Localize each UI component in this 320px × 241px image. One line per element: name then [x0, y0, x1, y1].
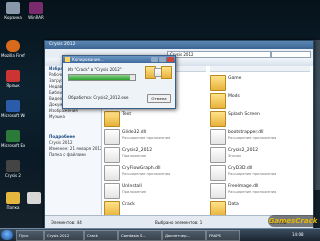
taskbar-item[interactable]: Пуск [16, 230, 44, 241]
list-item[interactable]: Crysis2_2012 Приложение [104, 146, 200, 164]
copy-animation [145, 65, 172, 79]
folder-icon [210, 93, 226, 109]
taskbar-item[interactable]: Crysis 2012 [44, 230, 84, 241]
taskbar-clock[interactable]: 14:08 [292, 230, 304, 239]
desktop-icon-firefox[interactable]: Mozilla Firefox [1, 40, 25, 58]
search-input[interactable] [271, 51, 311, 58]
list-item[interactable]: Text [104, 110, 200, 128]
list-item[interactable]: UnInstall Приложение [104, 182, 200, 200]
status-selected: Выбрано элементов: 1 [155, 220, 203, 225]
copy-progress-bar [68, 74, 136, 81]
list-item[interactable]: Game [210, 74, 306, 92]
file-icon [104, 147, 120, 163]
taskbar-item[interactable]: Диспетчер... [162, 230, 206, 241]
start-button[interactable] [1, 230, 13, 240]
progress-fill [69, 75, 130, 80]
crysis-icon [6, 160, 20, 172]
list-item[interactable]: CryFlowGraph.dll Расширение приложения [104, 164, 200, 182]
list-item[interactable]: Crysis2_2012 Значок [210, 146, 306, 164]
file-icon [104, 129, 120, 145]
document-icon [27, 192, 41, 204]
copy-current-file: Обработка: Crysis2_2012.exe [68, 95, 129, 100]
list-item[interactable]: bootstrapper.dll Расширение приложения [210, 128, 306, 146]
copy-icon [65, 57, 70, 62]
folder-icon [104, 111, 120, 127]
nav-item[interactable]: Музыка [45, 114, 101, 120]
excel-icon [6, 130, 20, 142]
firefox-icon [6, 40, 20, 52]
folder-icon [210, 111, 226, 127]
list-item[interactable]: Mods [210, 92, 306, 110]
file-icon [210, 165, 226, 181]
file-icon [210, 147, 226, 163]
folder-icon [161, 66, 172, 79]
watermark-logo: GamesCrack [268, 215, 318, 227]
cancel-button[interactable]: Отмена [147, 94, 171, 103]
taskbar-item[interactable]: FRAPS [206, 230, 240, 241]
folder-icon [6, 192, 20, 204]
list-item[interactable]: CryD3D.dll Расширение приложения [210, 164, 306, 182]
status-item-count: Элементов: 44 [51, 220, 82, 225]
file-icon [104, 183, 120, 199]
copy-source-dest: Из "Crack" в "Crysis 2012" [68, 67, 122, 72]
desktop-icon-crysis[interactable]: Crysis 2 [1, 160, 25, 178]
close-icon[interactable] [167, 57, 174, 62]
maximize-icon[interactable] [159, 57, 166, 62]
copy-progress-dialog: Копирование... Из "Crack" в "Crysis 2012… [62, 55, 176, 109]
taskbar-item[interactable]: Camtasia S... [118, 230, 162, 241]
file-icon [210, 183, 226, 199]
address-path[interactable]: Crysis 2012 [167, 51, 271, 58]
desktop-icon-excel[interactable]: Microsoft Excel [1, 130, 25, 148]
explorer-title: Crysis 2012 [49, 42, 76, 47]
dialog-title-bar[interactable]: Копирование... [63, 56, 175, 63]
list-item[interactable]: Splash Screen [210, 110, 306, 128]
desktop-icon-shortcut[interactable]: Ярлык [1, 70, 25, 88]
minimize-icon[interactable] [151, 57, 158, 62]
file-icon [210, 129, 226, 145]
list-item[interactable]: Glide32.dll Расширение приложения [104, 128, 200, 146]
desktop-icon-word[interactable]: Microsoft Word [1, 100, 25, 118]
dialog-title: Копирование... [72, 57, 104, 62]
column-header[interactable] [210, 66, 310, 72]
shortcut-icon [6, 70, 20, 82]
list-item[interactable]: FreeImage.dll Расширение приложения [210, 182, 306, 200]
desktop-icon-recycle-bin[interactable]: Корзина [1, 2, 25, 20]
folder-icon [210, 75, 226, 91]
desktop-icon-paper[interactable] [22, 192, 46, 205]
file-icon [104, 165, 120, 181]
word-icon [6, 100, 20, 112]
details-type: Папка с файлами [49, 152, 86, 157]
desktop-icon-winrar[interactable]: WinRAR [24, 2, 48, 20]
taskbar: Пуск Crysis 2012 Crack Camtasia S... Дис… [0, 228, 320, 241]
explorer-title-bar[interactable]: Crysis 2012 [45, 41, 313, 49]
taskbar-item[interactable]: Crack [84, 230, 118, 241]
recycle-bin-icon [6, 2, 20, 14]
winrar-icon [29, 2, 43, 14]
